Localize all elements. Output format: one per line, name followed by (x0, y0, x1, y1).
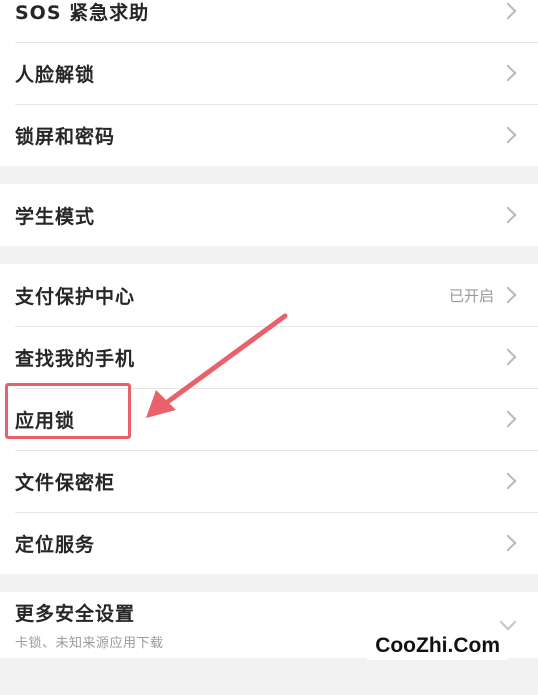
row-label: 定位服务 (15, 533, 96, 556)
annotation-highlight-box (5, 383, 131, 439)
row-label: 锁屏和密码 (15, 125, 116, 148)
chevron-down-icon[interactable] (499, 613, 517, 631)
row-file-safe[interactable]: 文件保密柜 (0, 450, 538, 512)
chevron-right-icon (499, 534, 517, 552)
chevron-right-icon (499, 410, 517, 428)
chevron-right-icon (499, 2, 517, 20)
chevron-right-icon (499, 348, 517, 366)
section-gap (0, 574, 538, 592)
row-face-unlock[interactable]: 人脸解锁 (0, 42, 538, 104)
chevron-right-icon (499, 286, 517, 304)
settings-group-2: 学生模式 (0, 184, 538, 246)
settings-group-1: SOS 紧急求助 人脸解锁 锁屏和密码 (0, 0, 538, 166)
watermark: CooZhi.Com (367, 632, 508, 660)
section-gap (0, 166, 538, 184)
arrow-shaft (159, 313, 288, 409)
chevron-right-icon (499, 472, 517, 490)
annotation-arrow (146, 313, 288, 418)
row-label: 文件保密柜 (15, 471, 116, 494)
row-label: 学生模式 (15, 205, 96, 228)
chevron-right-icon (499, 206, 517, 224)
row-lockscreen-password[interactable]: 锁屏和密码 (0, 104, 538, 166)
chevron-right-icon (499, 126, 517, 144)
row-label: SOS 紧急求助 (15, 1, 150, 24)
section-gap (0, 246, 538, 264)
row-label: 人脸解锁 (15, 63, 96, 86)
row-label: 更多安全设置 (15, 603, 136, 625)
chevron-right-icon (499, 64, 517, 82)
arrow-head (146, 390, 176, 418)
row-label: 支付保护中心 (15, 285, 136, 308)
row-sos-emergency[interactable]: SOS 紧急求助 (0, 0, 538, 42)
row-location-services[interactable]: 定位服务 (0, 512, 538, 574)
row-student-mode[interactable]: 学生模式 (0, 184, 538, 246)
status-value: 已开启 (448, 286, 494, 305)
